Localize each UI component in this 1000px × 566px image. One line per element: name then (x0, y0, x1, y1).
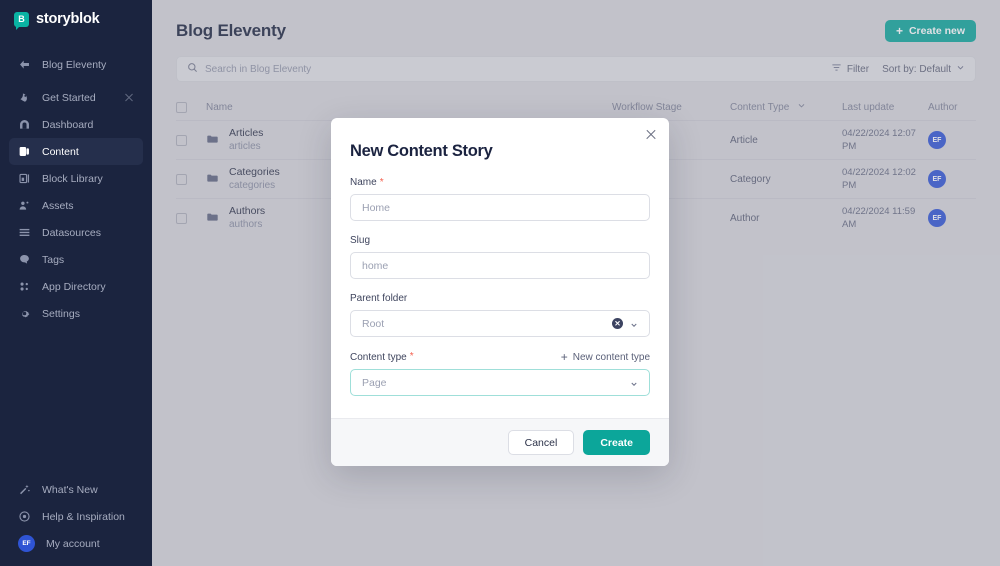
sidebar-item-help-inspiration[interactable]: Help & Inspiration (9, 503, 143, 530)
datasources-icon (18, 226, 31, 239)
storyblok-logo-icon: B (14, 11, 29, 30)
sidebar-item-tags[interactable]: Tags (9, 246, 143, 273)
sidebar-back-label: Blog Eleventy (42, 58, 107, 71)
content-type-label-text: Content type (350, 351, 407, 363)
content-type-controls (630, 379, 638, 387)
slug-input[interactable] (350, 252, 650, 279)
slug-field-label: Slug (350, 235, 650, 246)
sidebar-item-label: My account (46, 537, 100, 550)
sidebar-item-label: Help & Inspiration (42, 510, 125, 523)
arrow-left-icon (18, 58, 31, 71)
cancel-button[interactable]: Cancel (507, 430, 575, 455)
brand-mark-letter: B (18, 13, 25, 24)
sidebar-item-label: Settings (42, 307, 80, 320)
parent-folder-controls: ✕ (612, 318, 638, 329)
brand-logo[interactable]: B storyblok (0, 0, 152, 38)
name-label-text: Name (350, 177, 377, 188)
sidebar-item-assets[interactable]: Assets (9, 192, 143, 219)
sidebar-item-label: Block Library (42, 172, 103, 185)
sidebar-item-datasources[interactable]: Datasources (9, 219, 143, 246)
rocket-icon (18, 91, 31, 104)
new-content-story-dialog: New Content Story Name * Slug Parent fol… (331, 118, 669, 466)
name-input[interactable] (350, 194, 650, 221)
sidebar-item-settings[interactable]: Settings (9, 300, 143, 327)
dashboard-icon (18, 118, 31, 131)
sidebar-item-app-directory[interactable]: App Directory (9, 273, 143, 300)
content-type-field-label: Content type * (350, 352, 414, 363)
sidebar-item-dashboard[interactable]: Dashboard (9, 111, 143, 138)
sidebar-item-content[interactable]: Content (9, 138, 143, 165)
sparkles-icon (18, 483, 31, 496)
parent-folder-field-label: Parent folder (350, 293, 650, 304)
sidebar: B storyblok Blog Eleventy Get Started Da… (0, 0, 152, 566)
sidebar-nav: Blog Eleventy Get Started Dashboard Cont… (0, 51, 152, 327)
chevron-down-icon (630, 379, 638, 387)
app-directory-icon (18, 280, 31, 293)
create-button[interactable]: Create (583, 430, 650, 455)
sidebar-item-label: Assets (42, 199, 74, 212)
chevron-down-icon (630, 320, 638, 328)
close-icon[interactable] (645, 128, 657, 140)
sidebar-item-whats-new[interactable]: What's New (9, 476, 143, 503)
content-type-value: Page (362, 376, 387, 389)
block-library-icon (18, 172, 31, 185)
dialog-title: New Content Story (350, 142, 493, 160)
content-type-select[interactable]: Page (350, 369, 650, 396)
sidebar-item-label: Content (42, 145, 79, 158)
content-type-label-row: Content type * + New content type (350, 351, 650, 363)
sidebar-item-my-account[interactable]: EF My account (9, 530, 143, 557)
name-field-group: Name * (350, 177, 650, 221)
slug-field-group: Slug (350, 235, 650, 279)
sidebar-item-label: What's New (42, 483, 98, 496)
plus-icon: + (560, 350, 568, 364)
help-icon (18, 510, 31, 523)
sidebar-item-back-blog-eleventy[interactable]: Blog Eleventy (9, 51, 143, 78)
dialog-body: New Content Story Name * Slug Parent fol… (331, 118, 669, 418)
gear-icon (18, 307, 31, 320)
sidebar-bottom-nav: What's New Help & Inspiration EF My acco… (0, 476, 152, 566)
clear-circle-icon[interactable]: ✕ (612, 318, 623, 329)
parent-folder-label-text: Parent folder (350, 293, 408, 304)
slug-label-text: Slug (350, 235, 371, 246)
parent-folder-value: Root (362, 317, 385, 330)
parent-folder-field-group: Parent folder Root ✕ (350, 293, 650, 337)
sidebar-item-label: Dashboard (42, 118, 94, 131)
app-root: B storyblok Blog Eleventy Get Started Da… (0, 0, 1000, 566)
assets-icon (18, 199, 31, 212)
name-field-label: Name * (350, 177, 650, 188)
brand-name: storyblok (36, 11, 100, 27)
new-content-type-label: New content type (572, 351, 650, 363)
sidebar-item-label: Get Started (42, 91, 96, 104)
content-type-field-group: Content type * + New content type Page (350, 351, 650, 396)
sidebar-item-label: Datasources (42, 226, 101, 239)
tags-icon (18, 253, 31, 266)
parent-folder-select[interactable]: Root ✕ (350, 310, 650, 337)
sidebar-item-get-started[interactable]: Get Started (9, 84, 143, 111)
new-content-type-link[interactable]: + New content type (561, 351, 650, 363)
content-icon (18, 145, 31, 158)
avatar: EF (18, 535, 35, 552)
close-icon[interactable] (124, 93, 134, 103)
dialog-footer: Cancel Create (331, 418, 669, 466)
required-marker: * (409, 351, 414, 362)
sidebar-item-label: App Directory (42, 280, 106, 293)
required-marker: * (379, 176, 384, 188)
sidebar-item-label: Tags (42, 253, 65, 266)
sidebar-item-block-library[interactable]: Block Library (9, 165, 143, 192)
